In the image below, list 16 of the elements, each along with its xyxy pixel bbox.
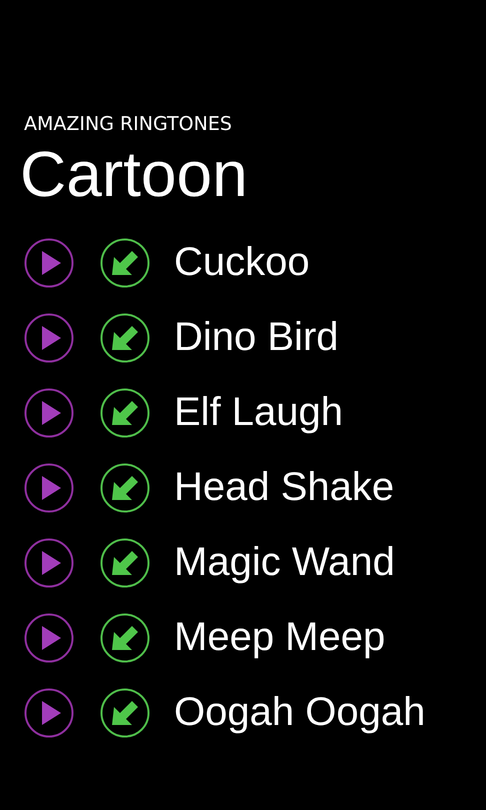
play-icon[interactable] bbox=[24, 462, 74, 512]
ringtone-name[interactable]: Meep Meep bbox=[174, 615, 386, 660]
ringtone-name[interactable]: Dino Bird bbox=[174, 315, 339, 360]
play-icon[interactable] bbox=[24, 312, 74, 362]
ringtone-name[interactable]: Elf Laugh bbox=[174, 390, 344, 435]
play-icon[interactable] bbox=[24, 388, 74, 438]
play-icon[interactable] bbox=[24, 538, 74, 588]
play-icon[interactable] bbox=[24, 238, 74, 288]
ringtone-name[interactable]: Cuckoo bbox=[174, 240, 310, 285]
play-icon[interactable] bbox=[24, 612, 74, 662]
play-icon[interactable] bbox=[24, 688, 74, 738]
ringtone-name[interactable]: Oogah Oogah bbox=[174, 690, 426, 735]
ringtone-name[interactable]: Head Shake bbox=[174, 465, 394, 510]
page-title: Cartoon bbox=[20, 137, 249, 212]
ringtone-name[interactable]: Magic Wand bbox=[174, 540, 395, 585]
app-title: AMAZING RINGTONES bbox=[24, 112, 233, 136]
